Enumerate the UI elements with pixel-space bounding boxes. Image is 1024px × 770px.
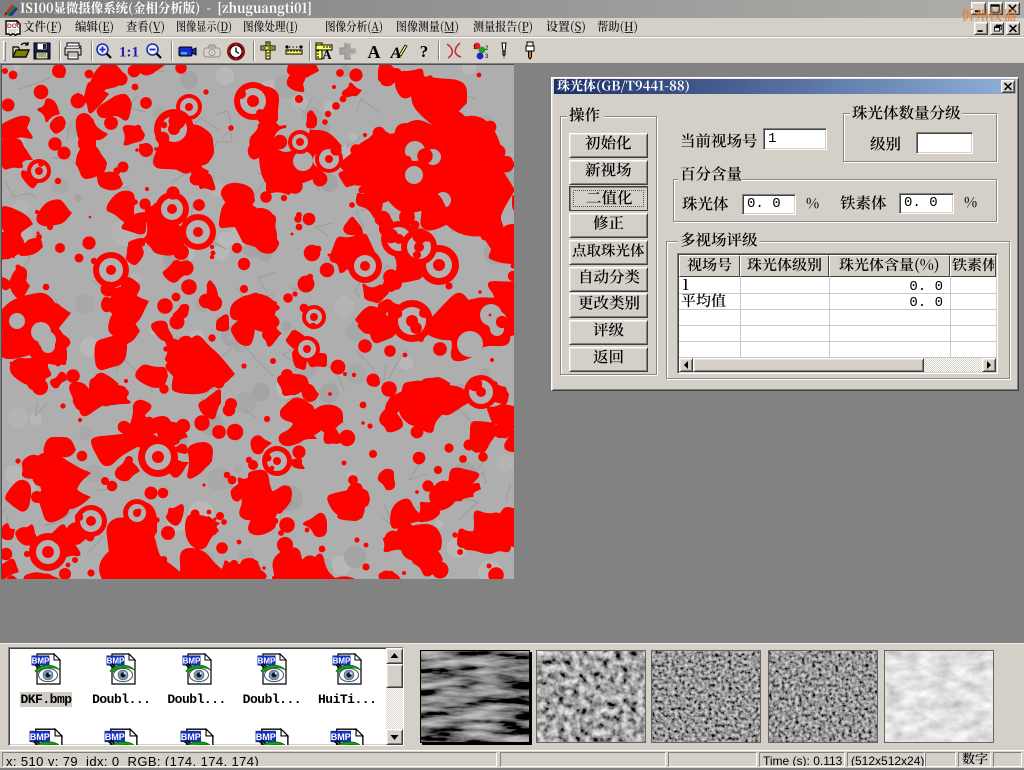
svg-text:3: 3 <box>485 54 489 60</box>
svg-text:A: A <box>367 42 380 61</box>
svg-text:DOC: DOC <box>7 23 22 30</box>
svg-text:A: A <box>322 47 332 61</box>
svg-text:1:1: 1:1 <box>119 45 139 61</box>
svg-text:2: 2 <box>485 46 489 52</box>
svg-text:?: ? <box>419 42 428 61</box>
